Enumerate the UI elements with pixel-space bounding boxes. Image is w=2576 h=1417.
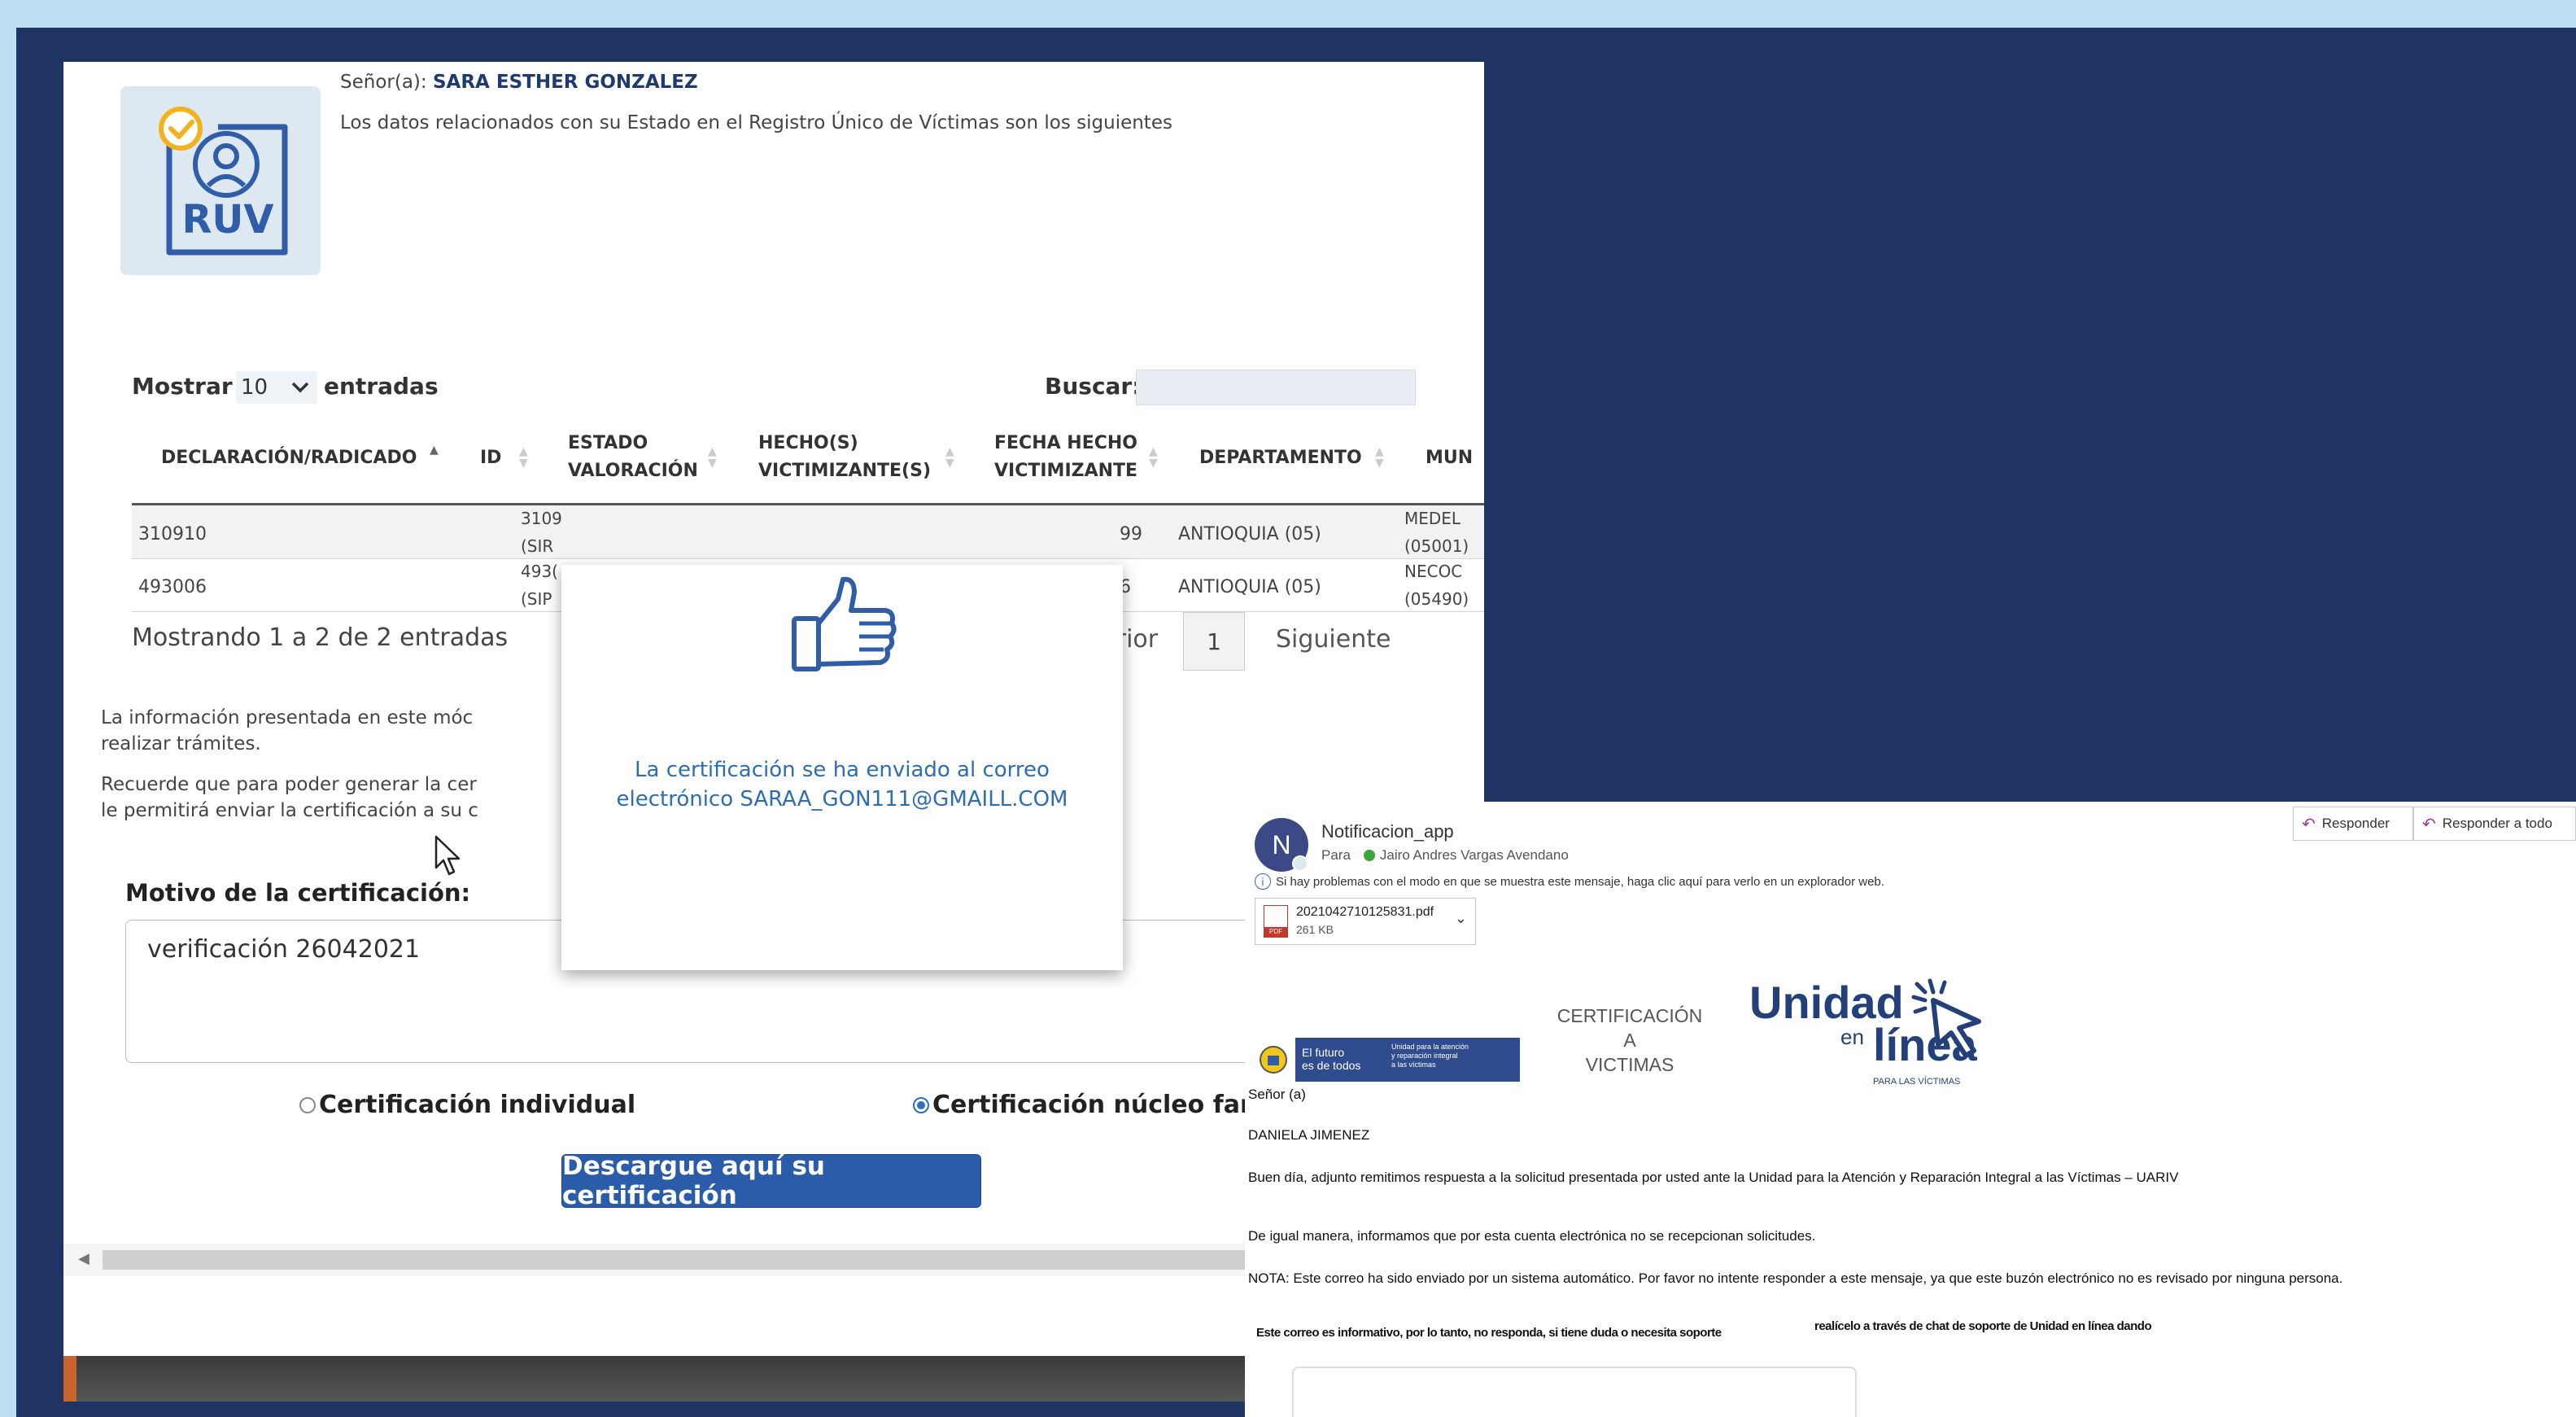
chevron-down-icon [291, 378, 309, 398]
info-icon: i [1255, 873, 1271, 890]
email-body-2: De igual manera, informamos que por esta… [1248, 1228, 1816, 1244]
mouse-cursor-icon [434, 835, 462, 881]
column-header-estado[interactable]: ESTADO VALORACIÓN [568, 430, 698, 485]
chevron-down-icon[interactable]: ⌄ [1455, 910, 1467, 927]
presence-icon [1292, 855, 1308, 872]
pagination-next[interactable]: Siguiente [1276, 625, 1391, 654]
cell-departamento: ANTIOQUIA (05) [1178, 524, 1321, 544]
ruv-logo: RUV [120, 86, 321, 275]
cell-municipio: NECOC (05490) [1404, 562, 1469, 609]
banner-slogan: El futuro es de todos [1302, 1046, 1361, 1072]
reply-icon: ↶ [2302, 815, 2316, 833]
sort-icon: ▲ ▼ [708, 445, 717, 470]
banner-unit: Unidad para la atención y reparación inte… [1391, 1043, 1469, 1069]
show-label: Mostrar [132, 373, 233, 400]
radio-unchecked-icon [299, 1096, 316, 1113]
email-window: N Notificacion_app Para Jairo Andres Var… [1245, 802, 2576, 1417]
thumbs-up-icon [792, 576, 897, 671]
email-sender: Notificacion_app [1321, 821, 1454, 842]
sort-icon: ▲ ▼ [1375, 445, 1384, 470]
cell-id: 493((SIP [521, 562, 558, 609]
attachment-size: 261 KB [1296, 923, 1334, 936]
colombia-seal-icon [1251, 1038, 1295, 1082]
sort-asc-icon: ▲ [430, 444, 439, 457]
certificate-sent-dialog: La certificación se ha enviado al correo… [561, 565, 1123, 970]
column-header-fecha[interactable]: FECHA HECHO VICTIMIZANTE [994, 430, 1137, 485]
column-header-id[interactable]: ID [480, 444, 501, 472]
scroll-left-icon[interactable]: ◀ [78, 1250, 90, 1267]
attachment-pdf[interactable]: PDF 2021042710125831.pdf 261 KB ⌄ [1255, 898, 1476, 945]
cell-departamento: ANTIOQUIA (05) [1178, 577, 1321, 597]
table-info: Mostrando 1 a 2 de 2 entradas [132, 623, 509, 652]
intro-text: Los datos relacionados con su Estado en … [340, 112, 1172, 133]
column-header-municipio[interactable]: MUN [1426, 444, 1473, 472]
cell-radicado: 310910 [138, 524, 207, 544]
email-footer-right: realícelo a través de chat de soporte de… [1814, 1319, 2152, 1333]
entries-label: entradas [324, 373, 439, 400]
cell-radicado: 493006 [138, 577, 207, 597]
motive-label: Motivo de la certificación: [125, 879, 471, 907]
greeting: Señor(a): SARA ESTHER GONZALEZ [340, 72, 698, 93]
check-icon [1363, 850, 1375, 861]
search-label: Buscar: [1045, 373, 1142, 400]
ruv-logo-icon [159, 107, 288, 256]
entries-select-value: 10 [241, 375, 269, 400]
cell-fecha: 99 [1120, 524, 1142, 544]
radio-checked-icon [913, 1096, 929, 1113]
support-card [1292, 1367, 1857, 1417]
email-recipients: Para Jairo Andres Vargas Avendano [1321, 847, 1569, 864]
email-recipient-name: DANIELA JIMENEZ [1248, 1127, 1370, 1143]
sort-icon: ▲ ▼ [945, 445, 954, 470]
sort-icon: ▲ ▼ [1149, 445, 1158, 470]
greeting-prefix: Señor(a): [340, 72, 427, 93]
recipient-name[interactable]: Jairo Andres Vargas Avendano [1380, 847, 1569, 864]
attachment-name: 2021042710125831.pdf [1296, 905, 1434, 919]
sort-icon: ▲ ▼ [519, 445, 528, 470]
pdf-icon: PDF [1264, 905, 1288, 938]
column-header-departamento[interactable]: DEPARTAMENTO [1199, 444, 1362, 472]
reply-all-button[interactable]: ↶ Responder a todo [2413, 807, 2576, 841]
email-body-1: Buen día, adjunto remitimos respuesta a … [1248, 1170, 2179, 1185]
cell-municipio: MEDEL (05001) [1404, 509, 1469, 556]
avatar: N [1255, 818, 1308, 872]
email-salutation: Señor (a) [1248, 1087, 1306, 1102]
certificate-title: CERTIFICACIÓN A VICTIMAS [1557, 1005, 1703, 1075]
ruv-logo-text: RUV [181, 197, 274, 243]
column-header-radicado[interactable]: DECLARACIÓN/RADICADO [161, 444, 417, 472]
email-body-3: NOTA: Este correo ha sido enviado por un… [1248, 1270, 2343, 1286]
search-input[interactable] [1136, 370, 1416, 405]
reply-button[interactable]: ↶ Responder [2293, 807, 2413, 841]
download-certificate-button[interactable]: Descargue aquí su certificación [561, 1152, 981, 1210]
pagination-page-1[interactable]: 1 [1183, 612, 1245, 671]
entries-select[interactable]: 10 [236, 371, 317, 404]
email-footer-left: Este correo es informativo, por lo tanto… [1256, 1326, 1722, 1340]
table-header-divider [132, 503, 1484, 505]
table-row: 310910 3109 (SIR 99 ANTIOQUIA (05) MEDEL(… [132, 506, 1484, 559]
dialog-message: La certificación se ha enviado al correo… [616, 758, 1068, 811]
reply-all-icon: ↶ [2422, 815, 2436, 833]
cursor-logo-icon [1911, 978, 1981, 1058]
display-warning[interactable]: i Si hay problemas con el modo en que se… [1255, 873, 1884, 890]
radio-certificacion-individual[interactable]: Certificación individual [299, 1091, 635, 1119]
column-header-hecho[interactable]: HECHO(S) VICTIMIZANTE(S) [758, 430, 931, 485]
cell-id: 3109 (SIR [521, 509, 562, 556]
gov-banner: El futuro es de todos Unidad para la aten… [1251, 1038, 1520, 1082]
person-name: SARA ESTHER GONZALEZ [432, 72, 698, 93]
radio-certificacion-nucleo[interactable]: Certificación núcleo famili [913, 1091, 1290, 1119]
